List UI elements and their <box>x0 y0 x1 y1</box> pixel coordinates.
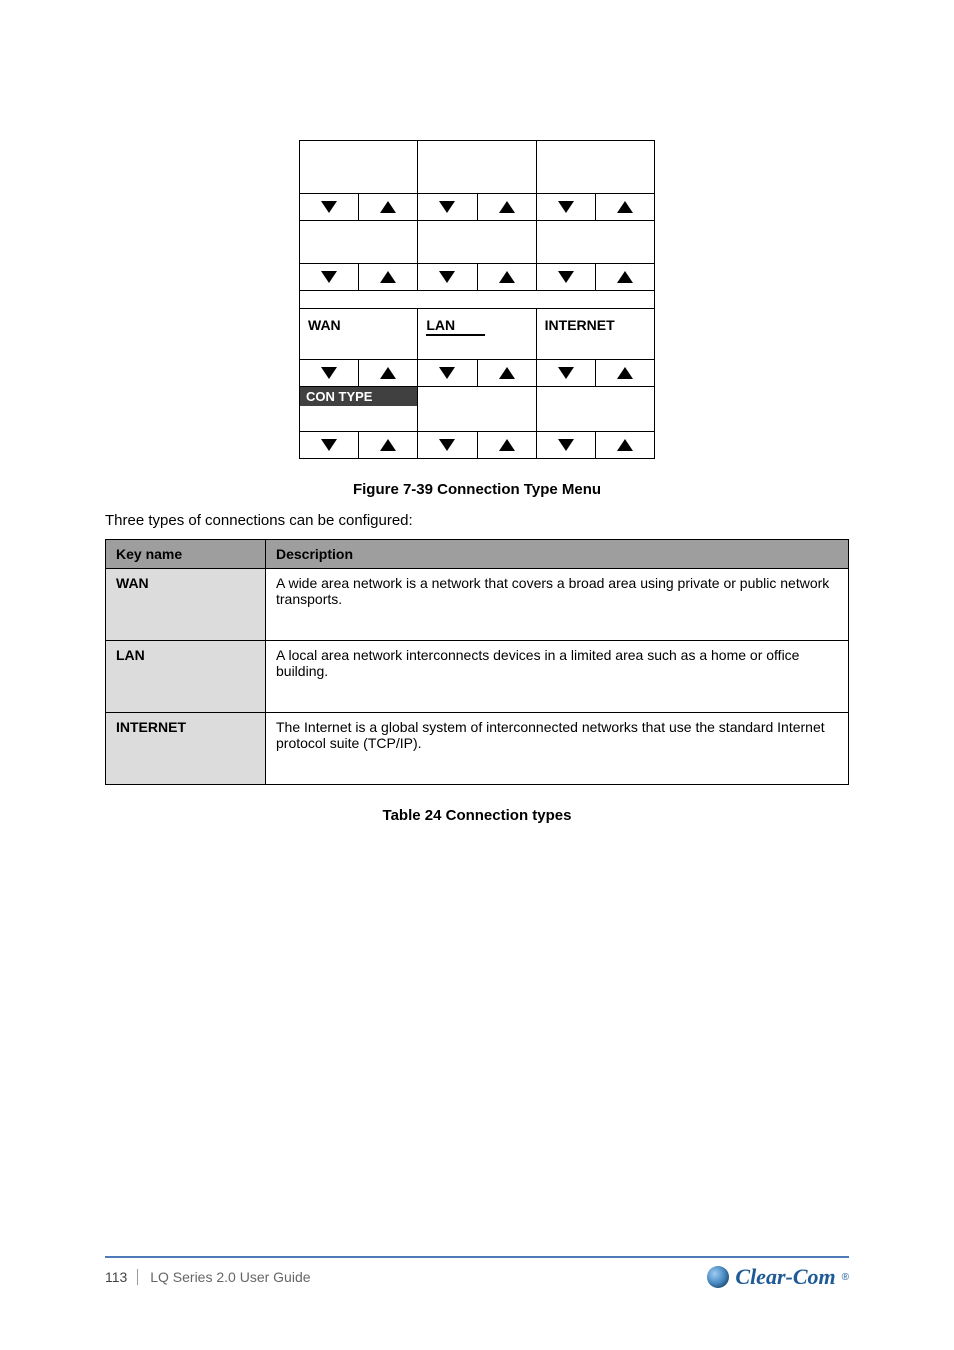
lead-text: Three types of connections can be config… <box>105 512 849 529</box>
panel-row-3: WAN LAN INTERNET <box>300 309 654 359</box>
key-wan: WAN <box>106 569 266 641</box>
panel-cell-r4c2 <box>418 387 536 431</box>
panel-cell-r2c3 <box>537 221 654 263</box>
doc-title: LQ Series 2.0 User Guide <box>150 1269 310 1285</box>
up-arrow-icon[interactable] <box>359 194 417 220</box>
registered-icon: ® <box>842 1272 849 1283</box>
down-arrow-icon[interactable] <box>418 360 477 386</box>
panel-cell-r2c2 <box>418 221 536 263</box>
desc-lan: A local area network interconnects devic… <box>266 641 849 713</box>
figure-caption: Figure 7-39 Connection Type Menu <box>105 481 849 498</box>
up-arrow-icon[interactable] <box>359 432 417 458</box>
panel-arrows-1 <box>300 193 654 221</box>
panel-spacer <box>300 291 654 309</box>
up-arrow-icon[interactable] <box>596 432 654 458</box>
down-arrow-icon[interactable] <box>418 194 477 220</box>
header-key: Key name <box>106 540 266 569</box>
panel-label-lan: LAN <box>418 309 536 359</box>
footer-left: 113 LQ Series 2.0 User Guide <box>105 1269 311 1285</box>
menu-panel: WAN LAN INTERNET CON TYPE <box>299 140 655 459</box>
panel-cell-r2c1 <box>300 221 418 263</box>
up-arrow-icon[interactable] <box>596 194 654 220</box>
down-arrow-icon[interactable] <box>537 194 596 220</box>
brand-name: Clear-Com <box>735 1264 835 1290</box>
up-arrow-icon[interactable] <box>596 264 654 290</box>
up-arrow-icon[interactable] <box>478 432 536 458</box>
down-arrow-icon[interactable] <box>537 264 596 290</box>
panel-label-internet: INTERNET <box>537 309 654 359</box>
down-arrow-icon[interactable] <box>300 432 359 458</box>
globe-icon <box>707 1266 729 1288</box>
desc-wan: A wide area network is a network that co… <box>266 569 849 641</box>
panel-arrows-3 <box>300 359 654 387</box>
down-arrow-icon[interactable] <box>418 264 477 290</box>
panel-row-4: CON TYPE <box>300 387 654 431</box>
connection-types-table: Key name Description WAN A wide area net… <box>105 539 849 785</box>
desc-internet: The Internet is a global system of inter… <box>266 713 849 785</box>
table-row: INTERNET The Internet is a global system… <box>106 713 849 785</box>
panel-con-type-cell: CON TYPE <box>300 387 418 431</box>
panel-cell-r4c3 <box>537 387 654 431</box>
table-row: WAN A wide area network is a network tha… <box>106 569 849 641</box>
panel-row-2 <box>300 221 654 263</box>
page-footer: 113 LQ Series 2.0 User Guide Clear-Com ® <box>105 1256 849 1290</box>
down-arrow-icon[interactable] <box>537 432 596 458</box>
up-arrow-icon[interactable] <box>359 264 417 290</box>
panel-cell-r1c3 <box>537 141 654 193</box>
up-arrow-icon[interactable] <box>478 360 536 386</box>
panel-arrows-2 <box>300 263 654 291</box>
page-number: 113 <box>105 1269 138 1285</box>
header-desc: Description <box>266 540 849 569</box>
brand-logo: Clear-Com ® <box>707 1264 849 1290</box>
down-arrow-icon[interactable] <box>300 264 359 290</box>
panel-label-lan-text: LAN <box>426 317 485 336</box>
panel-arrows-4 <box>300 431 654 458</box>
footer-rule <box>105 1256 849 1258</box>
up-arrow-icon[interactable] <box>596 360 654 386</box>
table-row: LAN A local area network interconnects d… <box>106 641 849 713</box>
table-caption: Table 24 Connection types <box>105 807 849 824</box>
down-arrow-icon[interactable] <box>537 360 596 386</box>
panel-label-wan: WAN <box>300 309 418 359</box>
key-lan: LAN <box>106 641 266 713</box>
down-arrow-icon[interactable] <box>300 360 359 386</box>
down-arrow-icon[interactable] <box>418 432 477 458</box>
panel-cell-r1c2 <box>418 141 536 193</box>
table-header-row: Key name Description <box>106 540 849 569</box>
key-internet: INTERNET <box>106 713 266 785</box>
up-arrow-icon[interactable] <box>359 360 417 386</box>
panel-row-1 <box>300 141 654 193</box>
panel-con-type-label: CON TYPE <box>300 387 417 406</box>
down-arrow-icon[interactable] <box>300 194 359 220</box>
up-arrow-icon[interactable] <box>478 264 536 290</box>
up-arrow-icon[interactable] <box>478 194 536 220</box>
panel-cell-r1c1 <box>300 141 418 193</box>
